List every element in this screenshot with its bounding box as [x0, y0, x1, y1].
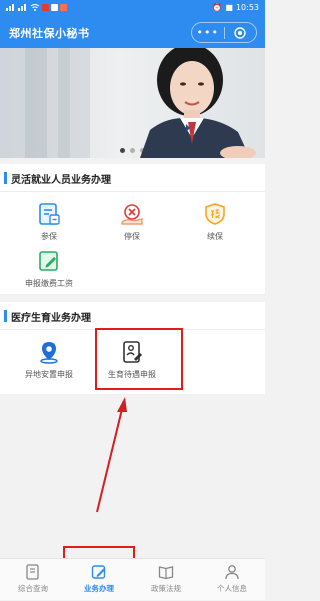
edit-square-icon — [91, 565, 106, 579]
tab-label: 政策法规 — [151, 584, 181, 593]
tab-label: 个人信息 — [217, 584, 247, 593]
policy-book-icon — [158, 566, 174, 580]
tab-query[interactable]: 综合查询 — [0, 559, 66, 601]
tab-policy[interactable]: 政策法规 — [133, 559, 199, 601]
query-doc-icon — [26, 564, 39, 580]
tab-label: 综合查询 — [18, 584, 48, 593]
annotation-arrow — [96, 397, 127, 513]
person-icon — [225, 565, 239, 580]
tab-label: 业务办理 — [84, 584, 114, 593]
tab-personal[interactable]: 个人信息 — [199, 559, 265, 601]
bottom-tab-bar: 综合查询 业务办理 政策法规 个人信息 — [0, 558, 265, 600]
tab-business[interactable]: 业务办理 — [66, 559, 132, 601]
